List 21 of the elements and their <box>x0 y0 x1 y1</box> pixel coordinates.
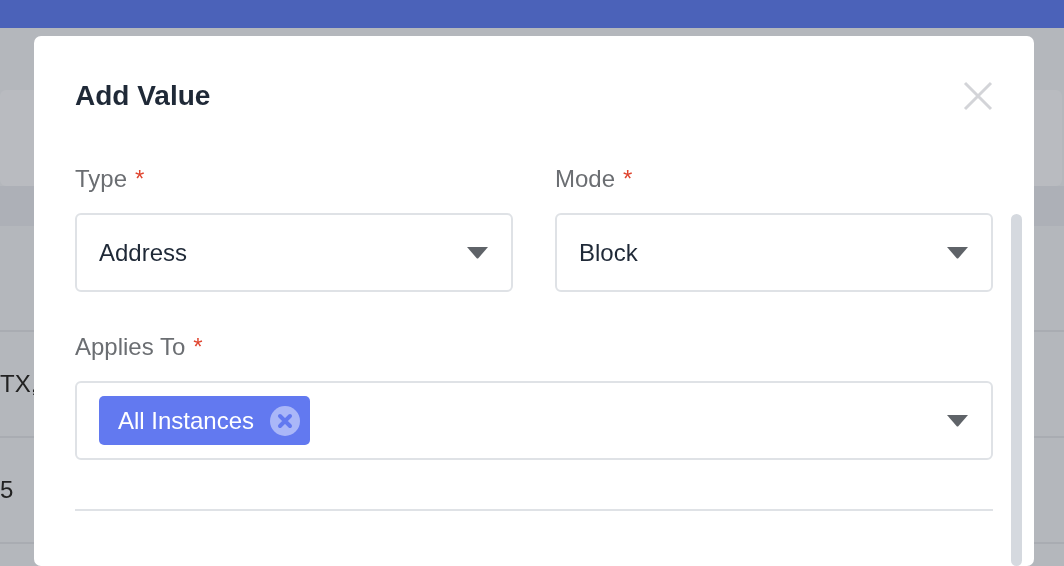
table-cell: TX, <box>0 370 38 398</box>
modal-title: Add Value <box>75 80 211 112</box>
caret-icon <box>946 246 969 259</box>
table-cell: 5 <box>0 476 14 504</box>
select-value: Address <box>99 238 188 267</box>
field-label: Type <box>75 165 128 193</box>
required-mark: * <box>135 165 145 193</box>
select-value: Block <box>579 238 638 267</box>
scrollbar[interactable] <box>1011 214 1022 566</box>
select-field[interactable]: All Instances <box>75 381 993 460</box>
caret-icon <box>466 246 489 259</box>
field-label: Mode <box>555 165 616 193</box>
select-field[interactable]: Block <box>555 213 993 292</box>
remove-icon[interactable] <box>270 405 301 436</box>
required-mark: * <box>193 333 203 361</box>
field-label: Applies To <box>75 333 186 361</box>
required-mark: * <box>623 165 633 193</box>
tag-chip[interactable]: All Instances <box>99 396 311 445</box>
caret-icon <box>946 414 969 427</box>
select-field[interactable]: Address <box>75 213 513 292</box>
close-icon[interactable] <box>963 81 993 111</box>
